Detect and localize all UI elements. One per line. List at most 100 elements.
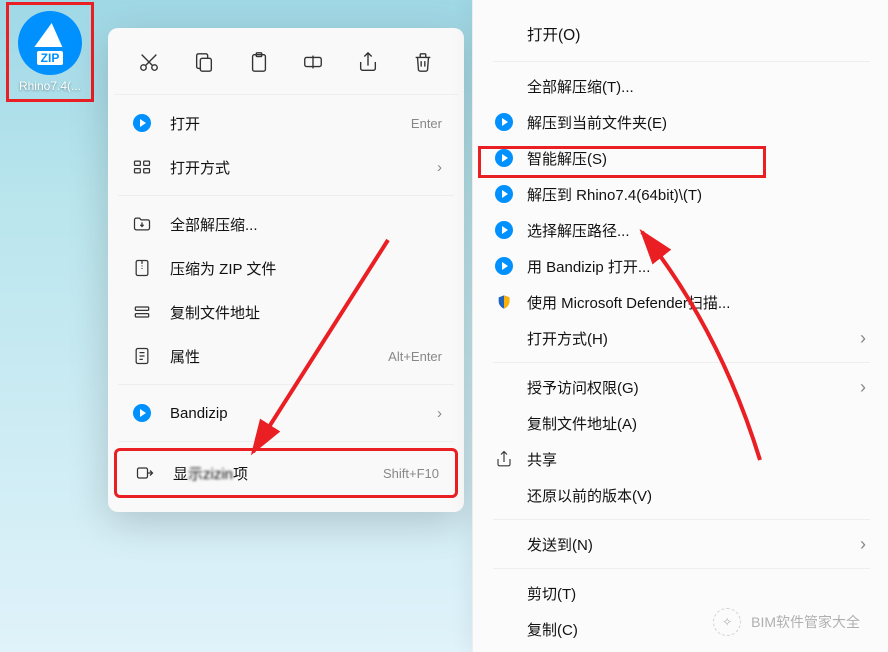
submenu-item-label: 发送到(N)	[527, 534, 593, 555]
submenu-item[interactable]: 粘贴(P)	[483, 647, 880, 652]
chevron-right-icon: ›	[437, 405, 442, 422]
submenu-item[interactable]: 发送到(N) ›	[483, 526, 880, 562]
menu-shortcut: Alt+Enter	[388, 349, 442, 364]
blue-circle-icon	[493, 111, 515, 133]
desktop-file-icon[interactable]: ZIP Rhino7.4(...	[6, 2, 94, 102]
chevron-right-icon: ›	[860, 534, 866, 555]
submenu-item-label: 复制文件地址(A)	[527, 413, 637, 434]
folder-extract-icon	[130, 212, 154, 236]
submenu-item[interactable]: 用 Bandizip 打开...	[483, 248, 880, 284]
submenu-item[interactable]: 共享	[483, 441, 880, 477]
submenu-item-label: 共享	[527, 449, 557, 470]
icon-spacer	[493, 412, 515, 434]
open-with-icon	[130, 155, 154, 179]
menu-separator	[493, 519, 870, 520]
chevron-right-icon: ›	[860, 377, 866, 398]
menu-item-label: Bandizip	[170, 405, 228, 422]
rename-icon[interactable]	[295, 44, 331, 80]
cut-icon[interactable]	[131, 44, 167, 80]
menu-separator	[118, 384, 454, 385]
submenu-item-label: 全部解压缩(T)...	[527, 76, 634, 97]
chevron-right-icon: ›	[860, 328, 866, 349]
chevron-right-icon: ›	[437, 159, 442, 176]
watermark: ✧ BIM软件管家大全	[713, 608, 860, 636]
submenu-item[interactable]: 解压到 Rhino7.4(64bit)\(T)	[483, 176, 880, 212]
submenu-item[interactable]: 选择解压路径...	[483, 212, 880, 248]
submenu-item-label: 用 Bandizip 打开...	[527, 256, 650, 277]
menu-item[interactable]: 打开方式 ›	[114, 145, 458, 189]
menu-separator	[118, 195, 454, 196]
menu-item[interactable]: Bandizip ›	[114, 391, 458, 435]
submenu-item-label: 解压到 Rhino7.4(64bit)\(T)	[527, 184, 702, 205]
delete-icon[interactable]	[405, 44, 441, 80]
icon-spacer	[493, 376, 515, 398]
watermark-text: BIM软件管家大全	[751, 612, 860, 632]
submenu-item[interactable]: 剪切(T)	[483, 575, 880, 611]
zip-icon	[130, 256, 154, 280]
submenu-header[interactable]: 打开(O)	[483, 16, 880, 55]
submenu-item-label: 还原以前的版本(V)	[527, 485, 652, 506]
icon-spacer	[493, 327, 515, 349]
icon-spacer	[493, 75, 515, 97]
menu-separator	[493, 568, 870, 569]
submenu-header-label: 打开(O)	[527, 23, 580, 45]
menu-item[interactable]: 属性 Alt+Enter	[114, 334, 458, 378]
icon-spacer	[493, 484, 515, 506]
copy-path-icon	[130, 300, 154, 324]
submenu-item[interactable]: 打开方式(H) ›	[483, 320, 880, 356]
blue-circle-icon	[493, 219, 515, 241]
blue-circle-icon	[493, 255, 515, 277]
menu-shortcut: Enter	[411, 116, 442, 131]
icon-spacer	[493, 618, 515, 640]
submenu-item[interactable]: 解压到当前文件夹(E)	[483, 104, 880, 140]
submenu-item-label: 打开方式(H)	[527, 328, 608, 349]
menu-item-label: 复制文件地址	[170, 302, 260, 323]
submenu-item[interactable]: 复制文件地址(A)	[483, 405, 880, 441]
zip-badge: ZIP	[37, 51, 64, 65]
share-icon	[493, 448, 515, 470]
menu-separator	[493, 61, 870, 62]
menu-item-label: 显示zizin项	[173, 463, 248, 484]
submenu-item-label: 复制(C)	[527, 619, 578, 640]
menu-separator	[493, 362, 870, 363]
menu-item-label: 属性	[170, 346, 200, 367]
submenu-item-label: 剪切(T)	[527, 583, 576, 604]
menu-item[interactable]: 打开 Enter	[114, 101, 458, 145]
submenu-item-label: 授予访问权限(G)	[527, 377, 639, 398]
icon-spacer	[493, 533, 515, 555]
submenu-item[interactable]: 授予访问权限(G) ›	[483, 369, 880, 405]
icon-spacer	[493, 582, 515, 604]
submenu-item[interactable]: 使用 Microsoft Defender扫描...	[483, 284, 880, 320]
menu-item-label: 压缩为 ZIP 文件	[170, 258, 276, 279]
submenu-item-label: 选择解压路径...	[527, 220, 630, 241]
watermark-icon: ✧	[713, 608, 741, 636]
paste-icon[interactable]	[241, 44, 277, 80]
zip-file-icon: ZIP	[18, 11, 82, 75]
context-menu-secondary: 打开(O) 全部解压缩(T)... 解压到当前文件夹(E) 智能解压(S) 解压到 R…	[472, 0, 888, 652]
submenu-item[interactable]: 还原以前的版本(V)	[483, 477, 880, 513]
submenu-item[interactable]: 智能解压(S)	[483, 140, 880, 176]
share-icon[interactable]	[350, 44, 386, 80]
context-menu-primary: 打开 Enter 打开方式 › 全部解压缩... 压缩为 ZIP 文件复制文件地址属性 Al…	[108, 28, 464, 512]
blue-circle-icon	[130, 111, 154, 135]
blue-circle-icon	[493, 183, 515, 205]
submenu-item[interactable]: 全部解压缩(T)...	[483, 68, 880, 104]
desktop-file-label: Rhino7.4(...	[11, 79, 89, 93]
more-icon	[133, 461, 157, 485]
blue-circle-icon	[130, 401, 154, 425]
properties-icon	[130, 344, 154, 368]
submenu-item-label: 智能解压(S)	[527, 148, 607, 169]
menu-item[interactable]: 显示zizin项 Shift+F10	[114, 448, 458, 498]
menu-item-label: 全部解压缩...	[170, 214, 258, 235]
toolbar-row	[114, 38, 458, 95]
copy-icon[interactable]	[186, 44, 222, 80]
menu-item-label: 打开	[170, 113, 200, 134]
shield-icon	[493, 291, 515, 313]
menu-item-label: 打开方式	[170, 157, 230, 178]
menu-item[interactable]: 压缩为 ZIP 文件	[114, 246, 458, 290]
menu-item[interactable]: 复制文件地址	[114, 290, 458, 334]
submenu-item-label: 使用 Microsoft Defender扫描...	[527, 292, 730, 313]
menu-shortcut: Shift+F10	[383, 466, 439, 481]
menu-item[interactable]: 全部解压缩...	[114, 202, 458, 246]
submenu-item-label: 解压到当前文件夹(E)	[527, 112, 667, 133]
